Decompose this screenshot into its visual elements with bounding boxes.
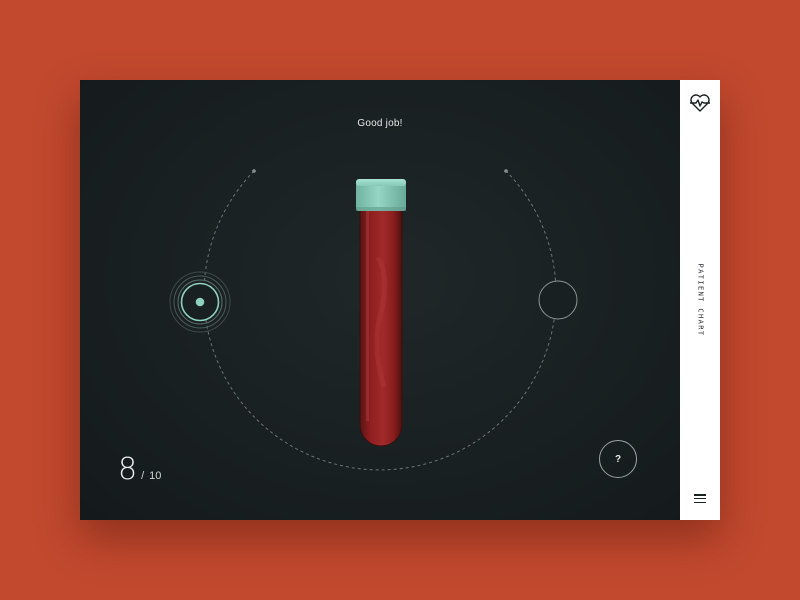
progress-counter: 8 / 10 xyxy=(118,452,161,487)
orbit-endpoint-left xyxy=(252,169,256,173)
active-target-dot xyxy=(195,297,205,307)
blood-test-tube[interactable] xyxy=(356,177,406,447)
patient-chart-tab[interactable]: PATIENT CHART xyxy=(680,264,720,337)
app-window: Good job! 8 / 10 ? PATIENT CHART xyxy=(80,80,720,520)
active-target[interactable] xyxy=(169,271,231,333)
empty-target[interactable] xyxy=(538,280,578,320)
progress-current: 8 xyxy=(118,452,137,487)
sidebar: PATIENT CHART xyxy=(680,80,720,520)
game-stage: Good job! 8 / 10 ? xyxy=(80,80,680,520)
hamburger-menu-icon[interactable] xyxy=(694,494,706,504)
progress-total: 10 xyxy=(149,470,162,482)
help-button[interactable]: ? xyxy=(599,440,637,478)
patient-chart-label: PATIENT CHART xyxy=(696,263,704,337)
heart-pulse-icon[interactable] xyxy=(689,92,711,114)
orbit-endpoint-right xyxy=(504,169,508,173)
progress-separator: / xyxy=(141,470,145,482)
